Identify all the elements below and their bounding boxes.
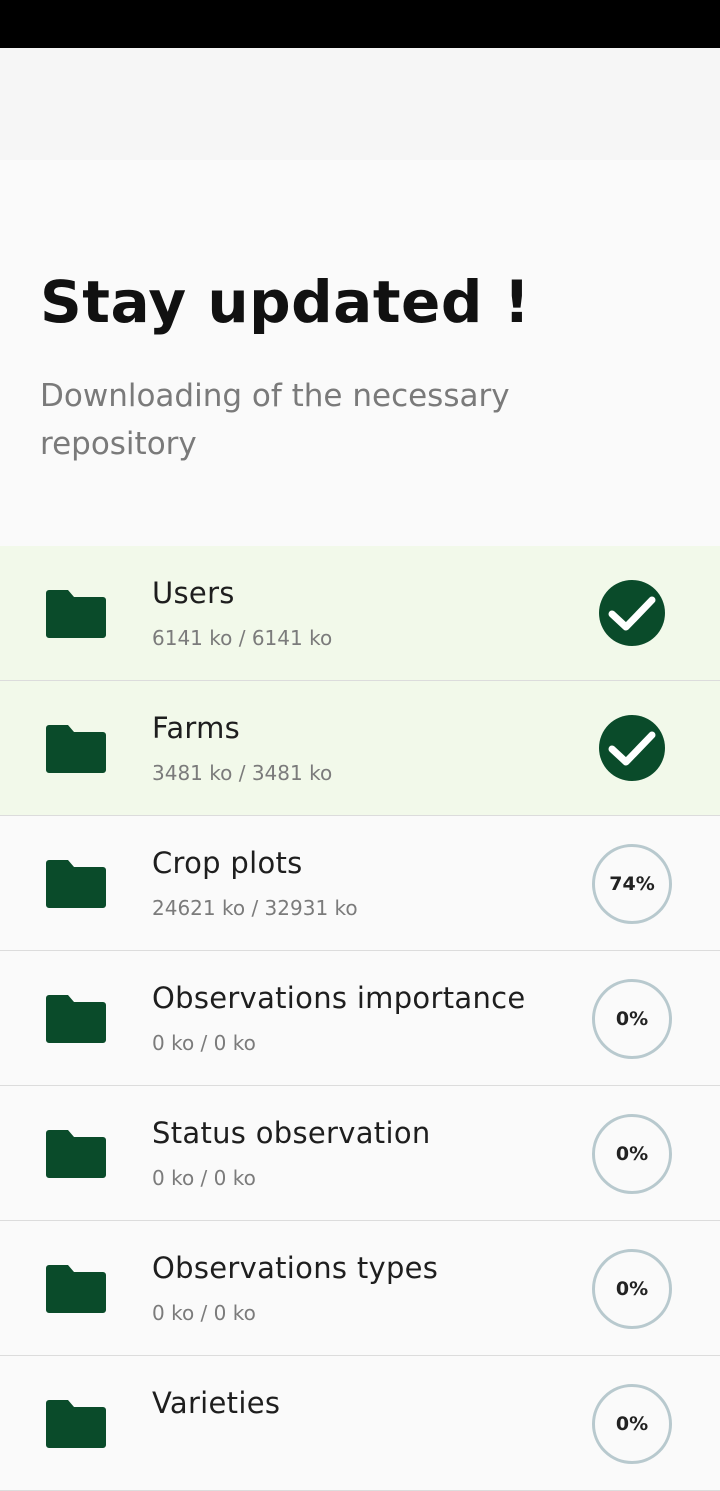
repository-row: Varieties 0%	[0, 1356, 720, 1491]
folder-icon	[46, 1398, 106, 1448]
folder-icon	[46, 858, 106, 908]
repository-size: 0 ko / 0 ko	[152, 1301, 256, 1325]
repository-size: 0 ko / 0 ko	[152, 1031, 256, 1055]
repository-name: Observations importance	[152, 981, 526, 1015]
folder-icon	[46, 1128, 106, 1178]
folder-icon	[46, 588, 106, 638]
repository-name: Varieties	[152, 1386, 281, 1420]
check-circle-icon	[599, 580, 665, 646]
folder-icon	[46, 1263, 106, 1313]
progress-indicator: 0%	[592, 1114, 672, 1194]
repository-name: Farms	[152, 711, 241, 745]
folder-icon	[46, 993, 106, 1043]
repository-list: Users 6141 ko / 6141 ko Farms 3481 ko / 348…	[0, 546, 720, 1491]
repository-row: Crop plots 24621 ko / 32931 ko 74%	[0, 816, 720, 951]
app-bar	[0, 48, 720, 160]
repository-size: 3481 ko / 3481 ko	[152, 761, 333, 785]
repository-row: Status observation 0 ko / 0 ko 0%	[0, 1086, 720, 1221]
repository-name: Users	[152, 576, 235, 610]
repository-size: 24621 ko / 32931 ko	[152, 896, 358, 920]
repository-row: Observations types 0 ko / 0 ko 0%	[0, 1221, 720, 1356]
progress-indicator: 74%	[592, 844, 672, 924]
page-subtitle: Downloading of the necessary repository	[40, 378, 510, 462]
repository-name: Observations types	[152, 1251, 439, 1285]
repository-row: Users 6141 ko / 6141 ko	[0, 546, 720, 681]
progress-indicator: 0%	[592, 979, 672, 1059]
repository-size: 0 ko / 0 ko	[152, 1166, 256, 1190]
status-bar	[0, 0, 720, 48]
repository-name: Crop plots	[152, 846, 303, 880]
progress-indicator: 0%	[592, 1384, 672, 1464]
repository-row: Farms 3481 ko / 3481 ko	[0, 681, 720, 816]
folder-icon	[46, 723, 106, 773]
progress-indicator: 0%	[592, 1249, 672, 1329]
repository-name: Status observation	[152, 1116, 431, 1150]
repository-row: Observations importance 0 ko / 0 ko 0%	[0, 951, 720, 1086]
page-title: Stay updated !	[40, 268, 531, 336]
repository-size: 6141 ko / 6141 ko	[152, 626, 333, 650]
check-circle-icon	[599, 715, 665, 781]
